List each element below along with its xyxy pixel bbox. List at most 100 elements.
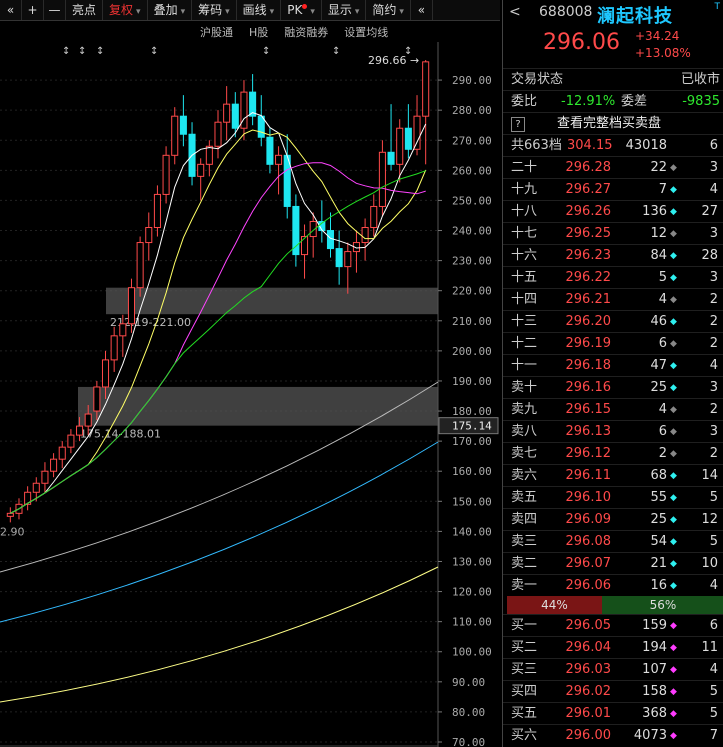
current-price-tag-label: 175.14 (452, 420, 492, 433)
order-row[interactable]: 卖五 296.10 55 ◆ 5 (503, 486, 723, 508)
simple-button[interactable]: 简约 ▾ (366, 0, 411, 20)
diamond-icon: ◆ (670, 295, 677, 305)
price-tick-label: 270.00 (452, 134, 492, 147)
low-label: 2.90 (0, 525, 25, 538)
order-row[interactable]: 十七 296.25 12 ◆ 3 (503, 222, 723, 244)
order-row[interactable]: 买一 296.05 159 ◆ 6 (503, 614, 723, 636)
diamond-icon: ◆ (670, 687, 677, 697)
price-tick-label: 150.00 (452, 495, 492, 508)
view-full-row[interactable]: ? 查看完整档买卖盘 (503, 112, 723, 134)
order-row[interactable]: 十九 296.27 7 ◆ 4 (503, 178, 723, 200)
order-level: 卖六 (511, 468, 538, 483)
price-change: +34.24 +13.08% (635, 28, 691, 62)
candle-down (266, 136, 274, 165)
toolbar-label: 亮点 (72, 3, 97, 17)
order-row[interactable]: 买四 296.02 158 ◆ 5 (503, 680, 723, 702)
order-level: 买五 (511, 706, 538, 721)
order-row[interactable]: 买六 296.00 4073 ◆ 7 (503, 724, 723, 746)
order-row[interactable]: 二十 296.28 22 ◆ 3 (503, 156, 723, 178)
collapse-left-icon[interactable]: « (0, 0, 22, 20)
candle-up (58, 446, 66, 460)
order-price: 296.27 (565, 182, 612, 197)
order-level: 卖二 (511, 556, 538, 571)
order-volume: 368 (642, 706, 667, 721)
chips-button[interactable]: 筹码 ▾ (192, 0, 237, 20)
order-row[interactable]: 卖七 296.12 2 ◆ 2 (503, 442, 723, 464)
candle-down (387, 151, 395, 165)
order-row[interactable]: 卖三 296.08 54 ◆ 5 (503, 530, 723, 552)
diamond-icon: ◆ (670, 273, 677, 283)
order-row[interactable]: 卖二 296.07 21 ◆ 10 (503, 552, 723, 574)
order-row[interactable]: 卖六 296.11 68 ◆ 14 (503, 464, 723, 486)
order-volume: 54 (650, 534, 667, 549)
adjust-button[interactable]: 复权 ▾ (103, 0, 148, 20)
subbar-item[interactable]: 设置均线 (344, 24, 388, 40)
pk-button[interactable]: PK ▾ (281, 0, 322, 20)
order-row[interactable]: 十六 296.23 84 ◆ 28 (503, 244, 723, 266)
order-row[interactable]: 十一 296.18 47 ◆ 4 (503, 354, 723, 376)
order-row[interactable]: 卖八 296.13 6 ◆ 3 (503, 420, 723, 442)
moving-average-ma20 (10, 162, 426, 514)
candle-up (93, 386, 101, 412)
help-icon[interactable]: ? (511, 117, 525, 132)
order-row[interactable]: 卖九 296.15 4 ◆ 2 (503, 398, 723, 420)
diff-value: -9835 (682, 94, 720, 109)
order-level: 卖三 (511, 534, 538, 549)
collapse-right-icon[interactable]: « (411, 0, 433, 20)
order-row[interactable]: 买三 296.03 107 ◆ 4 (503, 658, 723, 680)
subbar-item[interactable]: H股 (249, 24, 268, 40)
order-row[interactable]: 十八 296.26 136 ◆ 27 (503, 200, 723, 222)
price-tick-label: 80.00 (452, 706, 485, 719)
candle-up (84, 413, 92, 427)
order-row[interactable]: 卖四 296.09 25 ◆ 12 (503, 508, 723, 530)
highlight-button[interactable]: 亮点 (66, 0, 104, 20)
status-value: 已收市 (680, 72, 720, 87)
order-count: 4 (709, 662, 718, 677)
dropdown-arrow-icon: ▾ (269, 7, 275, 17)
order-row[interactable]: 买五 296.01 368 ◆ 5 (503, 702, 723, 724)
candle-up (171, 115, 179, 156)
overlay-button[interactable]: 叠加 ▾ (148, 0, 193, 20)
candle-down (179, 115, 187, 135)
order-volume: 2 (658, 446, 667, 461)
order-row[interactable]: 买二 296.04 194 ◆ 11 (503, 636, 723, 658)
draw-line-button[interactable]: 画线 ▾ (237, 0, 282, 20)
order-price: 296.28 (565, 160, 612, 175)
subbar-item[interactable]: 沪股通 (200, 24, 233, 40)
view-full-link[interactable]: 查看完整档买卖盘 (557, 113, 661, 135)
candle-down (231, 103, 239, 129)
order-price: 296.15 (565, 402, 612, 417)
order-row[interactable]: 十二 296.19 6 ◆ 2 (503, 332, 723, 354)
order-row[interactable]: 十五 296.22 5 ◆ 3 (503, 266, 723, 288)
order-level: 十四 (511, 292, 538, 307)
order-price: 296.06 (565, 578, 612, 593)
candle-up (370, 205, 378, 229)
display-button[interactable]: 显示 ▾ (322, 0, 367, 20)
subbar-item[interactable]: 融资融券 (284, 24, 328, 40)
order-count: 4 (709, 578, 718, 593)
order-price: 296.16 (565, 380, 612, 395)
diamond-icon: ◆ (670, 383, 677, 393)
chart-subbar: 沪股通 H股 融资融券 设置均线 (200, 24, 404, 40)
order-volume: 4 (658, 402, 667, 417)
order-level: 卖十 (511, 380, 538, 395)
candle-up (50, 458, 58, 472)
order-row[interactable]: 十三 296.20 46 ◆ 2 (503, 310, 723, 332)
order-level: 买三 (511, 662, 538, 677)
order-count: 3 (709, 380, 718, 395)
diff-label: 委差 (621, 94, 648, 109)
price-tick-label: 250.00 (452, 194, 492, 207)
order-price: 296.20 (565, 314, 612, 329)
zoom-in-icon[interactable]: + (22, 0, 44, 20)
candle-down (404, 127, 412, 150)
diamond-icon: ◆ (670, 449, 677, 459)
diamond-icon: ◆ (670, 493, 677, 503)
back-icon[interactable]: < (509, 4, 521, 20)
event-marker-icon: ↕ (150, 46, 158, 57)
order-row[interactable]: 卖十 296.16 25 ◆ 3 (503, 376, 723, 398)
kline-chart[interactable]: 290.00 280.00 270.00 260.00 250.00 240.00 230.… (0, 42, 500, 747)
zoom-out-icon[interactable]: — (44, 0, 66, 20)
price-tick-label: 180.00 (452, 405, 492, 418)
order-row[interactable]: 十四 296.21 4 ◆ 2 (503, 288, 723, 310)
order-row[interactable]: 卖一 296.06 16 ◆ 4 (503, 574, 723, 596)
